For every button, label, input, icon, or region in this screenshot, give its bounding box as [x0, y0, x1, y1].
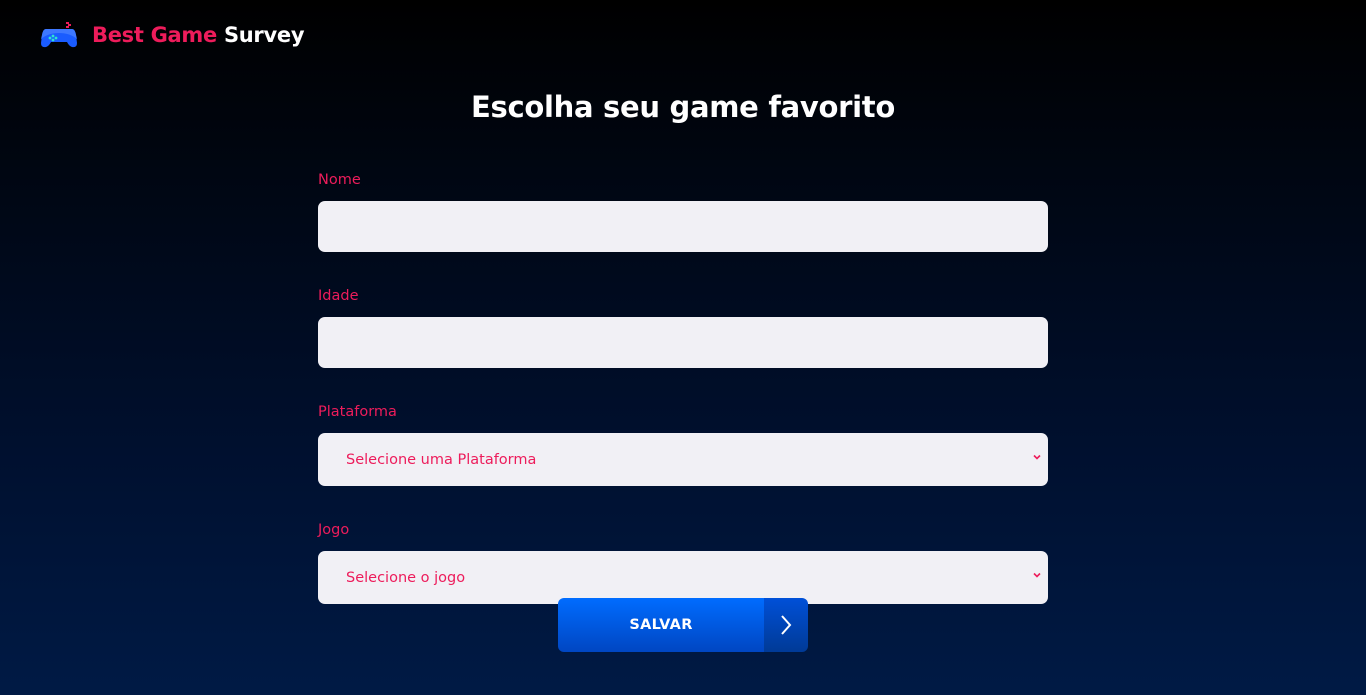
brand-accent: Best Game [92, 23, 217, 47]
age-input[interactable] [318, 317, 1048, 368]
chevron-down-icon [1033, 572, 1041, 578]
save-button[interactable]: SALVAR [558, 598, 808, 652]
name-input[interactable] [318, 201, 1048, 252]
game-select-value: Selecione o jogo [346, 569, 466, 586]
age-label: Idade [318, 288, 359, 304]
name-label: Nome [318, 172, 361, 188]
page-title: Escolha seu game favorito [471, 90, 895, 124]
brand-plain: Survey [223, 23, 305, 47]
chevron-down-icon [1033, 454, 1041, 460]
brand-title[interactable]: Best Game Survey [92, 23, 305, 47]
survey-form: Nome Idade Plataforma Selecione uma Plat… [318, 170, 1048, 628]
save-button-label: SALVAR [558, 598, 764, 652]
platform-label: Plataforma [318, 404, 397, 420]
header: Best Game Survey [40, 18, 305, 52]
game-label: Jogo [318, 522, 350, 538]
chevron-right-icon [781, 615, 792, 635]
platform-select[interactable]: Selecione uma Plataforma [318, 433, 1048, 486]
gamepad-icon[interactable] [40, 19, 78, 51]
save-button-arrow[interactable] [764, 598, 808, 652]
platform-select-value: Selecione uma Plataforma [346, 451, 537, 468]
game-select[interactable]: Selecione o jogo [318, 551, 1048, 604]
